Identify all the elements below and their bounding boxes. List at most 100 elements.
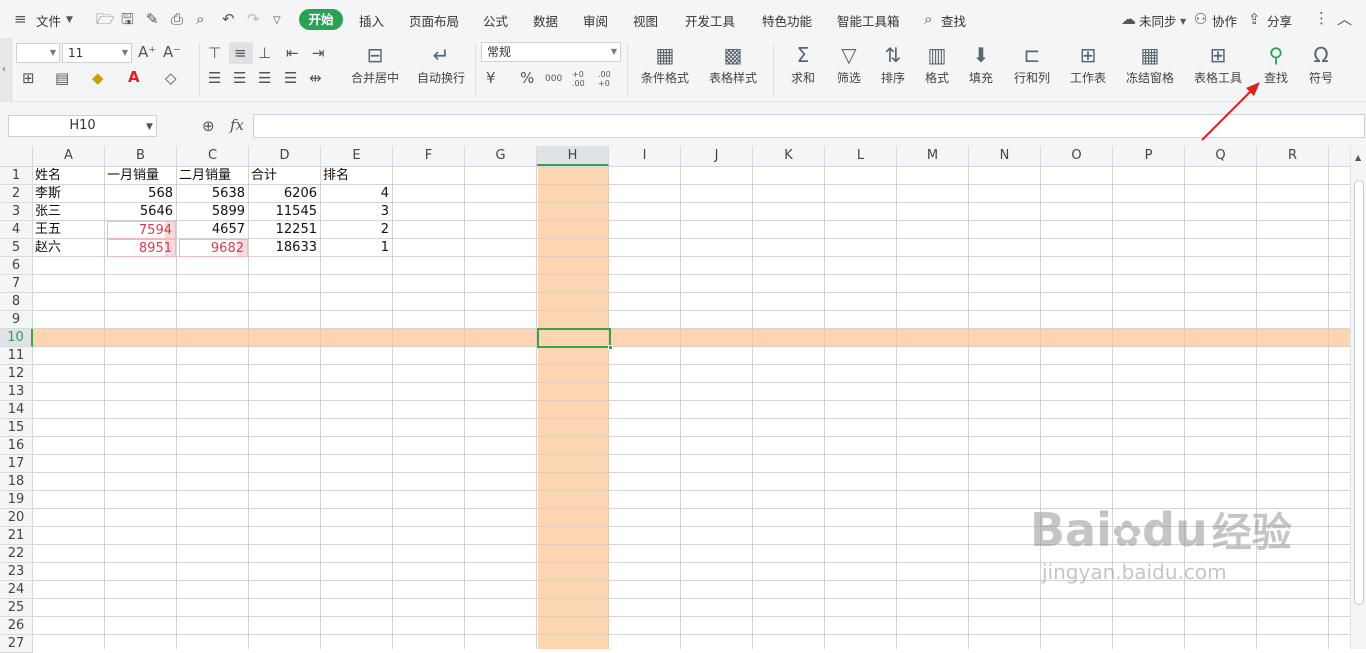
cell-b2[interactable]: 568 <box>107 185 176 203</box>
open-folder-icon[interactable]: 🗁 <box>96 11 115 27</box>
sync-dropdown-icon[interactable]: ▼ <box>1180 14 1186 30</box>
column-header-j[interactable]: J <box>681 146 753 166</box>
align-bottom-icon[interactable]: ⊥ <box>258 45 271 61</box>
print-preview-icon[interactable]: ⌕ <box>196 11 204 27</box>
cell-e3[interactable]: 3 <box>323 203 392 221</box>
cell-d4[interactable]: 12251 <box>251 221 320 239</box>
active-cell-selection[interactable] <box>537 328 613 350</box>
save-icon[interactable]: 🖫 <box>121 11 134 27</box>
row-header-5[interactable]: 5 <box>0 239 33 257</box>
symbol-button[interactable]: Ω 符号 <box>1300 42 1342 86</box>
redo-icon[interactable]: ↷ <box>247 11 260 27</box>
tab-developer[interactable]: 开发工具 <box>685 11 735 30</box>
row-header-2[interactable]: 2 <box>0 185 33 203</box>
column-header-h[interactable]: H <box>537 146 609 166</box>
ribbon-scroll-left[interactable]: ‹ <box>0 38 12 102</box>
align-top-icon[interactable]: ⊤ <box>208 45 221 61</box>
font-grow-icon[interactable]: A⁺ <box>138 44 156 60</box>
cell-b5[interactable]: 8951 <box>107 239 176 257</box>
cell-d1[interactable]: 合计 <box>251 167 320 185</box>
column-header-k[interactable]: K <box>753 146 825 166</box>
conditional-format-button[interactable]: ▦ 条件格式 <box>634 42 696 86</box>
decimal-increase-icon[interactable]: +0 .00 <box>572 70 592 88</box>
cell-a1[interactable]: 姓名 <box>35 167 104 185</box>
fill-button[interactable]: ⬇ 填充 <box>960 42 1002 86</box>
tab-home[interactable]: 开始 <box>299 9 343 30</box>
freeze-panes-button[interactable]: ▦ 冻结窗格 <box>1118 42 1182 86</box>
cell-e1[interactable]: 排名 <box>323 167 392 185</box>
row-header-13[interactable]: 13 <box>0 383 33 401</box>
fx-label[interactable]: fx <box>230 116 244 134</box>
tab-view[interactable]: 视图 <box>633 11 658 30</box>
column-header-c[interactable]: C <box>177 146 249 166</box>
sort-button[interactable]: ⇅ 排序 <box>872 42 914 86</box>
worksheet-button[interactable]: ⊞ 工作表 <box>1062 42 1114 86</box>
scroll-up-icon[interactable]: ▲ <box>1355 150 1361 166</box>
share-button[interactable]: 分享 <box>1267 11 1292 30</box>
column-header-e[interactable]: E <box>321 146 393 166</box>
scrollbar-thumb[interactable] <box>1354 180 1364 605</box>
align-left-icon[interactable]: ☰ <box>208 70 221 86</box>
cell-d2[interactable]: 6206 <box>251 185 320 203</box>
row-header-1[interactable]: 1 <box>0 167 33 185</box>
font-shrink-icon[interactable]: A⁻ <box>163 44 181 60</box>
cell-d5[interactable]: 18633 <box>251 239 320 257</box>
table-style-button[interactable]: ▩ 表格样式 <box>702 42 764 86</box>
cell-c5[interactable]: 9682 <box>179 239 248 257</box>
fill-color-icon[interactable]: ◆ <box>92 70 104 86</box>
cell-c3[interactable]: 5899 <box>179 203 248 221</box>
collapse-ribbon-icon[interactable]: ︿ <box>1337 11 1352 27</box>
row-header-16[interactable]: 16 <box>0 437 33 455</box>
quick-access-more-icon[interactable]: ▽ <box>273 13 281 29</box>
cell-b4[interactable]: 7594 <box>107 221 176 239</box>
column-header-g[interactable]: G <box>465 146 537 166</box>
row-header-22[interactable]: 22 <box>0 545 33 563</box>
tab-data[interactable]: 数据 <box>533 11 558 30</box>
row-header-27[interactable]: 27 <box>0 635 33 653</box>
currency-icon[interactable]: ¥ <box>486 70 496 86</box>
sync-status[interactable]: 未同步 <box>1139 11 1177 30</box>
clear-format-icon[interactable]: ◇ <box>165 70 177 86</box>
share-icon[interactable]: ⇪ <box>1248 11 1261 27</box>
indent-increase-icon[interactable]: ⇥ <box>312 45 325 61</box>
align-right-icon[interactable]: ☰ <box>258 70 271 86</box>
merge-center-button[interactable]: ⊟ 合并居中 <box>344 42 406 86</box>
number-format-select[interactable]: 常规 ▼ <box>481 42 621 62</box>
tab-smart-toolbox[interactable]: 智能工具箱 <box>837 11 900 30</box>
row-header-24[interactable]: 24 <box>0 581 33 599</box>
row-header-17[interactable]: 17 <box>0 455 33 473</box>
row-header-21[interactable]: 21 <box>0 527 33 545</box>
cell-b3[interactable]: 5646 <box>107 203 176 221</box>
column-header-m[interactable]: M <box>897 146 969 166</box>
cell-a5[interactable]: 赵六 <box>35 239 104 257</box>
row-header-20[interactable]: 20 <box>0 509 33 527</box>
align-middle-button[interactable]: ≡ <box>229 42 253 64</box>
row-header-25[interactable]: 25 <box>0 599 33 617</box>
cloud-icon[interactable]: ☁ <box>1121 11 1136 27</box>
cell-a4[interactable]: 王五 <box>35 221 104 239</box>
cell-e4[interactable]: 2 <box>323 221 392 239</box>
font-size-select[interactable]: 11 ▼ <box>62 43 132 63</box>
select-all-corner[interactable] <box>0 146 33 166</box>
row-header-11[interactable]: 11 <box>0 347 33 365</box>
row-header-12[interactable]: 12 <box>0 365 33 383</box>
row-header-7[interactable]: 7 <box>0 275 33 293</box>
row-header-10[interactable]: 10 <box>0 329 33 347</box>
row-header-15[interactable]: 15 <box>0 419 33 437</box>
column-header-r[interactable]: R <box>1257 146 1329 166</box>
collab-icon[interactable]: ⚇ <box>1194 11 1207 27</box>
border-icon[interactable]: ⊞ <box>22 70 35 86</box>
row-header-3[interactable]: 3 <box>0 203 33 221</box>
column-header-n[interactable]: N <box>969 146 1041 166</box>
column-header-l[interactable]: L <box>825 146 897 166</box>
format-painter-icon[interactable]: ✎ <box>146 11 159 27</box>
column-header-o[interactable]: O <box>1041 146 1113 166</box>
wrap-text-button[interactable]: ↵ 自动换行 <box>412 42 470 86</box>
decimal-decrease-icon[interactable]: .00 +0 <box>598 70 618 88</box>
tab-formulas[interactable]: 公式 <box>483 11 508 30</box>
column-header-b[interactable]: B <box>105 146 177 166</box>
cell-b1[interactable]: 一月销量 <box>107 167 176 185</box>
row-header-19[interactable]: 19 <box>0 491 33 509</box>
row-header-26[interactable]: 26 <box>0 617 33 635</box>
cell-a2[interactable]: 李斯 <box>35 185 104 203</box>
